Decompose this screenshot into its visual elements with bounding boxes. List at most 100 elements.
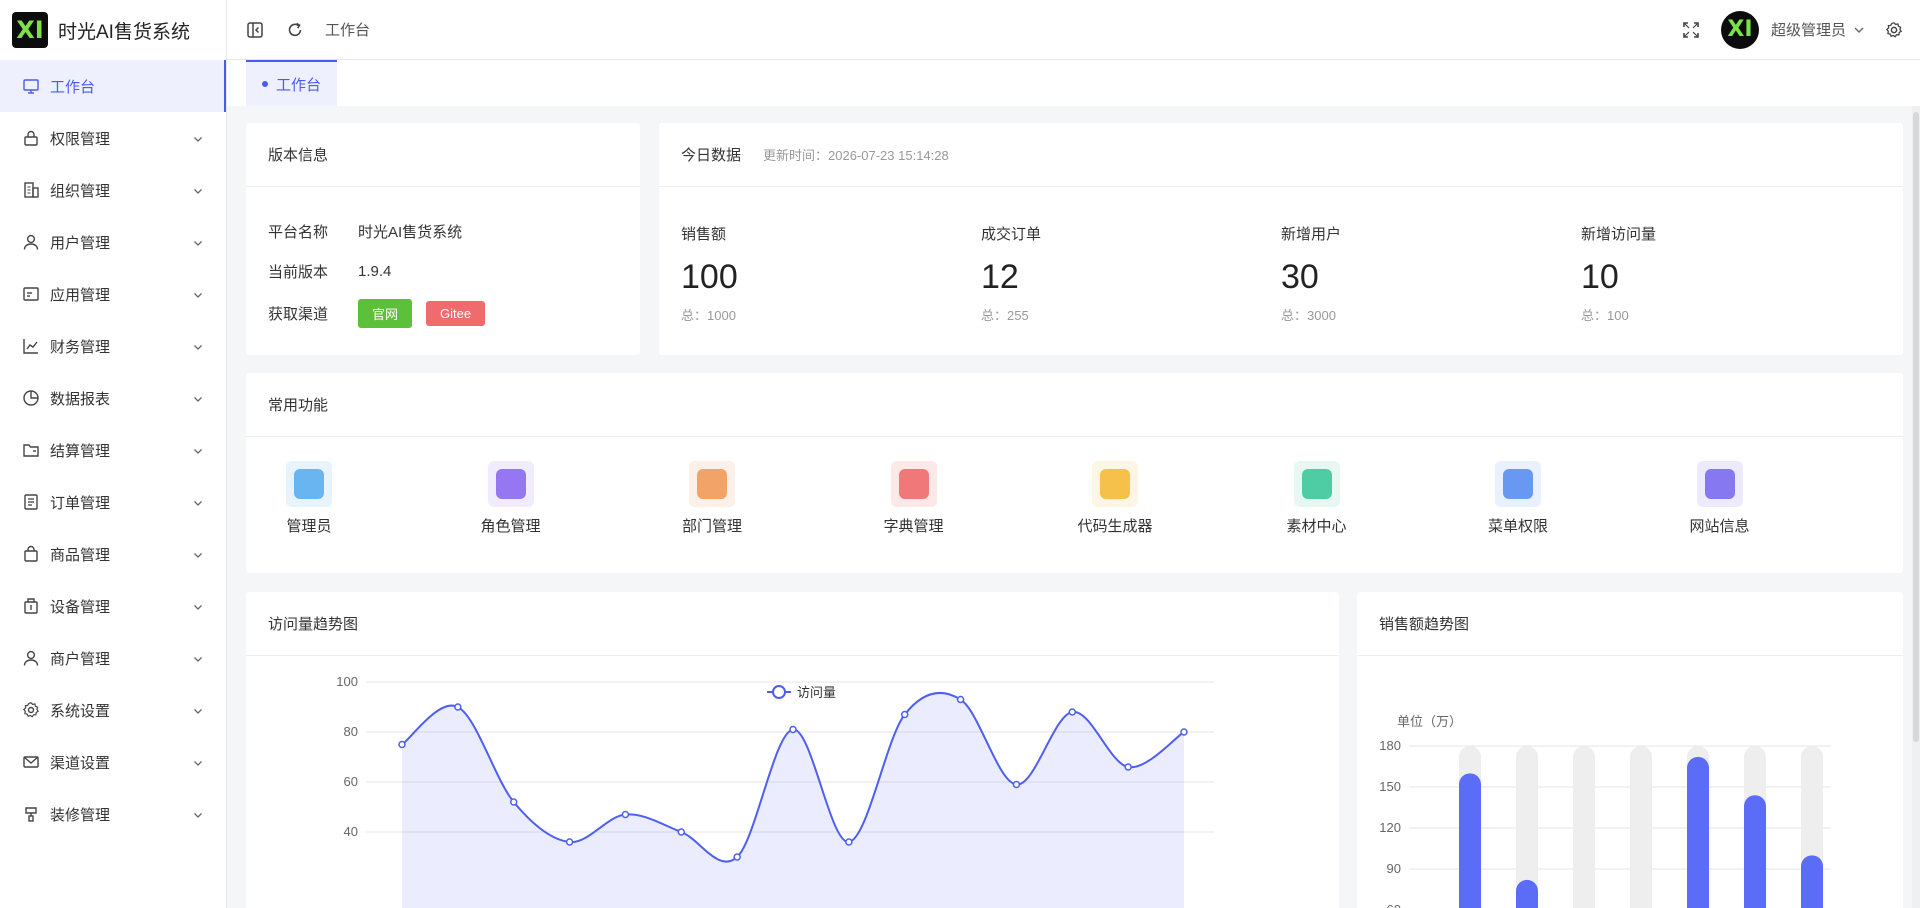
chevron-down-icon bbox=[192, 808, 204, 820]
chevron-down-icon[interactable] bbox=[1852, 23, 1866, 37]
functions-card-title: 常用功能 bbox=[246, 373, 1903, 437]
pie-chart-icon bbox=[22, 389, 40, 407]
chevron-down-icon bbox=[192, 236, 204, 248]
sidebar-item-label: 商品管理 bbox=[50, 546, 111, 564]
gear-icon bbox=[22, 701, 40, 719]
visits-trend-card: 访问量趋势图 100 80 60 40 访问量 bbox=[246, 592, 1339, 908]
unit-label: 单位（万） bbox=[1397, 714, 1462, 729]
sidebar: XI 时光AI售货系统 工作台权限管理组织管理用户管理应用管理财务管理数据报表结… bbox=[0, 0, 227, 908]
function-role[interactable]: 角色管理 bbox=[451, 461, 571, 536]
function-department[interactable]: 部门管理 bbox=[652, 461, 772, 536]
tab-label: 工作台 bbox=[276, 76, 322, 94]
sidebar-item-3[interactable]: 用户管理 bbox=[0, 216, 226, 268]
function-website-info[interactable]: 网站信息 bbox=[1660, 461, 1780, 536]
sidebar-item-label: 组织管理 bbox=[50, 182, 111, 200]
avatar[interactable]: XI bbox=[1720, 10, 1759, 49]
y-tick-label: 60 bbox=[344, 774, 358, 789]
stat-value: 10 bbox=[1581, 258, 1619, 296]
sidebar-item-label: 权限管理 bbox=[50, 130, 111, 148]
tab-workbench[interactable]: 工作台 bbox=[246, 60, 338, 106]
building-icon bbox=[22, 181, 40, 199]
bar bbox=[1516, 879, 1538, 908]
sidebar-item-label: 应用管理 bbox=[50, 286, 111, 304]
version-value: 1.9.4 bbox=[358, 263, 392, 280]
function-dictionary[interactable]: 字典管理 bbox=[854, 461, 974, 536]
folder-icon bbox=[22, 441, 40, 459]
finance-chart-icon bbox=[22, 337, 40, 355]
sidebar-item-label: 设备管理 bbox=[50, 598, 111, 616]
sidebar-item-1[interactable]: 权限管理 bbox=[0, 112, 226, 164]
stat-label: 成交订单 bbox=[981, 226, 1042, 243]
y-tick-label: 40 bbox=[344, 824, 358, 839]
data-point bbox=[900, 710, 909, 719]
sidebar-item-4[interactable]: 应用管理 bbox=[0, 268, 226, 320]
data-point bbox=[1068, 708, 1077, 716]
sidebar-item-10[interactable]: 设备管理 bbox=[0, 580, 226, 632]
bar bbox=[1687, 756, 1709, 908]
chevron-down-icon bbox=[192, 756, 204, 768]
data-point bbox=[565, 838, 574, 846]
sidebar-item-label: 用户管理 bbox=[50, 234, 111, 252]
bar bbox=[1459, 773, 1481, 908]
chevron-down-icon bbox=[192, 652, 204, 664]
mail-icon bbox=[22, 753, 40, 771]
logo-area[interactable]: XI 时光AI售货系统 bbox=[0, 0, 226, 60]
function-label: 网站信息 bbox=[1689, 518, 1750, 535]
function-admin[interactable]: 管理员 bbox=[249, 461, 369, 536]
department-icon bbox=[689, 461, 735, 507]
function-material[interactable]: 素材中心 bbox=[1257, 461, 1377, 536]
common-functions-card: 常用功能 管理员 角色管理 部门管理 字典管理 代码生成器 素材中心 菜单权限 网站信息 bbox=[246, 373, 1903, 573]
fullscreen-button[interactable] bbox=[1679, 18, 1703, 42]
function-label: 管理员 bbox=[286, 518, 332, 535]
user-name[interactable]: 超级管理员 bbox=[1771, 19, 1846, 40]
refresh-icon bbox=[288, 22, 302, 36]
collapse-sidebar-button[interactable] bbox=[243, 18, 267, 42]
sidebar-item-13[interactable]: 渠道设置 bbox=[0, 736, 226, 788]
version-label: 当前版本 bbox=[268, 264, 329, 281]
sidebar-item-2[interactable]: 组织管理 bbox=[0, 164, 226, 216]
legend-label: 访问量 bbox=[797, 685, 836, 700]
y-tick-label: 150 bbox=[1379, 779, 1401, 794]
breadcrumb[interactable]: 工作台 bbox=[325, 19, 370, 40]
sales-chart-title: 销售额趋势图 bbox=[1357, 592, 1903, 656]
sidebar-item-7[interactable]: 结算管理 bbox=[0, 424, 226, 476]
gear-icon bbox=[1885, 21, 1903, 38]
sidebar-item-12[interactable]: 系统设置 bbox=[0, 684, 226, 736]
sidebar-item-5[interactable]: 财务管理 bbox=[0, 320, 226, 372]
sidebar-item-8[interactable]: 订单管理 bbox=[0, 476, 226, 528]
data-point bbox=[1012, 780, 1021, 789]
official-site-button[interactable]: 官网 bbox=[358, 299, 413, 328]
sales-trend-card: 销售额趋势图 单位（万） 180 150 120 90 60 bbox=[1357, 592, 1903, 908]
refresh-button[interactable] bbox=[283, 18, 307, 42]
sidebar-item-11[interactable]: 商户管理 bbox=[0, 632, 226, 684]
gitee-button[interactable]: Gitee bbox=[426, 301, 486, 326]
settings-button[interactable] bbox=[1882, 18, 1906, 42]
chevron-down-icon bbox=[192, 340, 204, 352]
sidebar-item-label: 财务管理 bbox=[50, 338, 111, 356]
stat-label: 新增用户 bbox=[1281, 226, 1342, 243]
sales-bar-chart: 单位（万） 180 150 120 90 60 bbox=[1379, 714, 1831, 908]
app-title: 时光AI售货系统 bbox=[58, 21, 190, 43]
sidebar-item-9[interactable]: 商品管理 bbox=[0, 528, 226, 580]
area-fill bbox=[402, 692, 1184, 908]
platform-label: 平台名称 bbox=[268, 224, 329, 241]
sidebar-item-14[interactable]: 装修管理 bbox=[0, 788, 226, 840]
version-card: 版本信息 平台名称 时光AI售货系统 当前版本 1.9.4 获取渠道 官网 Gi… bbox=[246, 123, 640, 355]
sidebar-item-0[interactable]: 工作台 bbox=[0, 60, 226, 112]
sidebar-item-6[interactable]: 数据报表 bbox=[0, 372, 226, 424]
sidebar-item-label: 装修管理 bbox=[50, 806, 111, 824]
visits-line-chart: 100 80 60 40 访问量 bbox=[336, 674, 1214, 908]
channel-row: 获取渠道 官网 Gitee bbox=[268, 299, 499, 328]
visits-chart-title: 访问量趋势图 bbox=[246, 592, 1339, 656]
data-point bbox=[1124, 763, 1132, 771]
chevron-down-icon bbox=[192, 704, 204, 716]
chevron-down-icon bbox=[192, 288, 204, 300]
page-scrollbar-thumb[interactable] bbox=[1913, 112, 1919, 742]
function-code-generator[interactable]: 代码生成器 bbox=[1055, 461, 1175, 536]
function-menu-permission[interactable]: 菜单权限 bbox=[1458, 461, 1578, 536]
stat-total: 总：255 bbox=[981, 308, 1029, 323]
function-label: 字典管理 bbox=[883, 518, 944, 535]
website-info-icon bbox=[1696, 461, 1743, 507]
chevron-down-icon bbox=[192, 600, 204, 612]
lock-icon bbox=[22, 129, 40, 147]
